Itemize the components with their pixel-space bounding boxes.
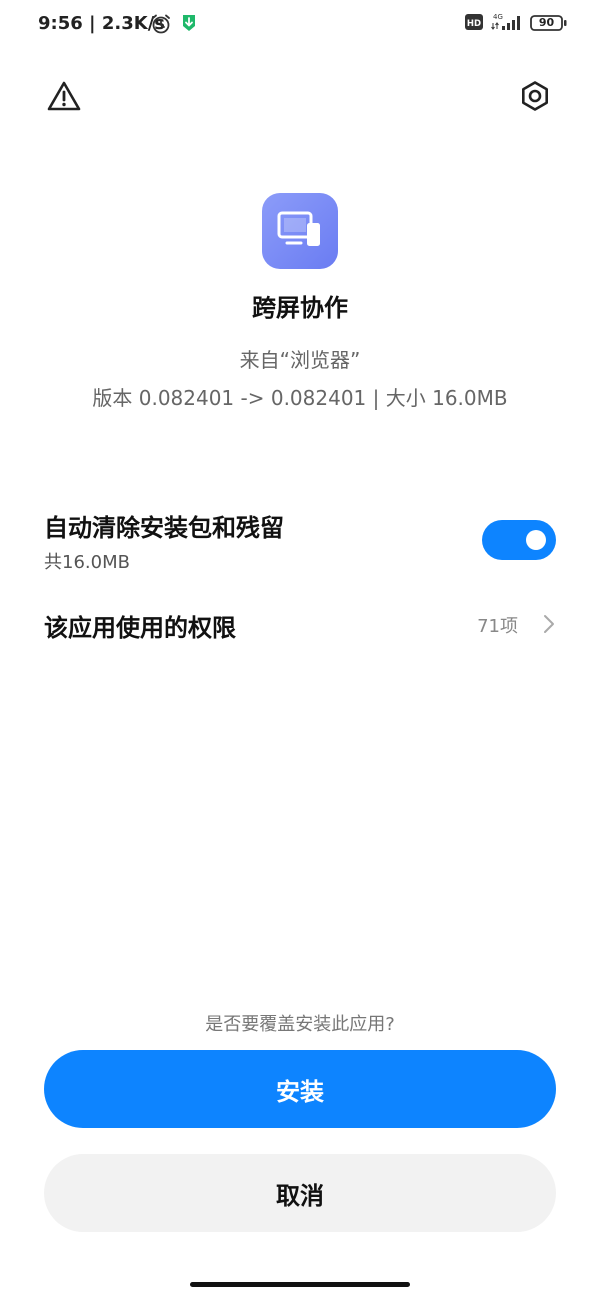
- overwrite-question: 是否要覆盖安装此应用?: [205, 1014, 395, 1035]
- app-source: 来自“浏览器”: [239, 348, 361, 372]
- cancel-button[interactable]: 取消: [44, 1154, 556, 1232]
- auto-clean-toggle[interactable]: [482, 520, 556, 560]
- signal-icon: 4G: [490, 12, 524, 38]
- permissions-title: 该应用使用的权限: [44, 614, 236, 642]
- warning-icon: [47, 80, 81, 116]
- warning-button[interactable]: [46, 80, 82, 116]
- auto-clean-title: 自动清除安装包和残留: [44, 514, 284, 542]
- install-button[interactable]: 安装: [44, 1050, 556, 1128]
- toggle-knob: [526, 530, 546, 550]
- alarm-icon: [150, 13, 172, 39]
- app-version-size: 版本 0.082401 -> 0.082401 | 大小 16.0MB: [92, 386, 508, 410]
- chevron-right-icon: [542, 612, 556, 640]
- network-label: 4G: [493, 13, 503, 21]
- home-indicator[interactable]: [190, 1282, 410, 1287]
- download-icon: [180, 14, 198, 36]
- auto-clean-size: 共16.0MB: [44, 552, 130, 573]
- hd-label: HD: [467, 19, 481, 29]
- settings-icon: [519, 80, 551, 116]
- permissions-row[interactable]: 该应用使用的权限 71项: [44, 608, 556, 644]
- settings-button[interactable]: [517, 80, 553, 116]
- battery-level: 90: [538, 16, 555, 29]
- hd-icon: HD: [465, 14, 483, 34]
- app-icon: [262, 193, 338, 269]
- permissions-count: 71项: [477, 616, 518, 637]
- app-name: 跨屏协作: [252, 294, 348, 322]
- status-time-speed: 9:56 | 2.3K/s: [38, 13, 166, 34]
- status-time: 9:56: [38, 13, 83, 34]
- auto-clean-option: 自动清除安装包和残留 共16.0MB: [44, 508, 556, 576]
- screen-cast-icon: [277, 209, 323, 253]
- status-bar: 9:56 | 2.3K/s HD 4G 90: [0, 0, 600, 48]
